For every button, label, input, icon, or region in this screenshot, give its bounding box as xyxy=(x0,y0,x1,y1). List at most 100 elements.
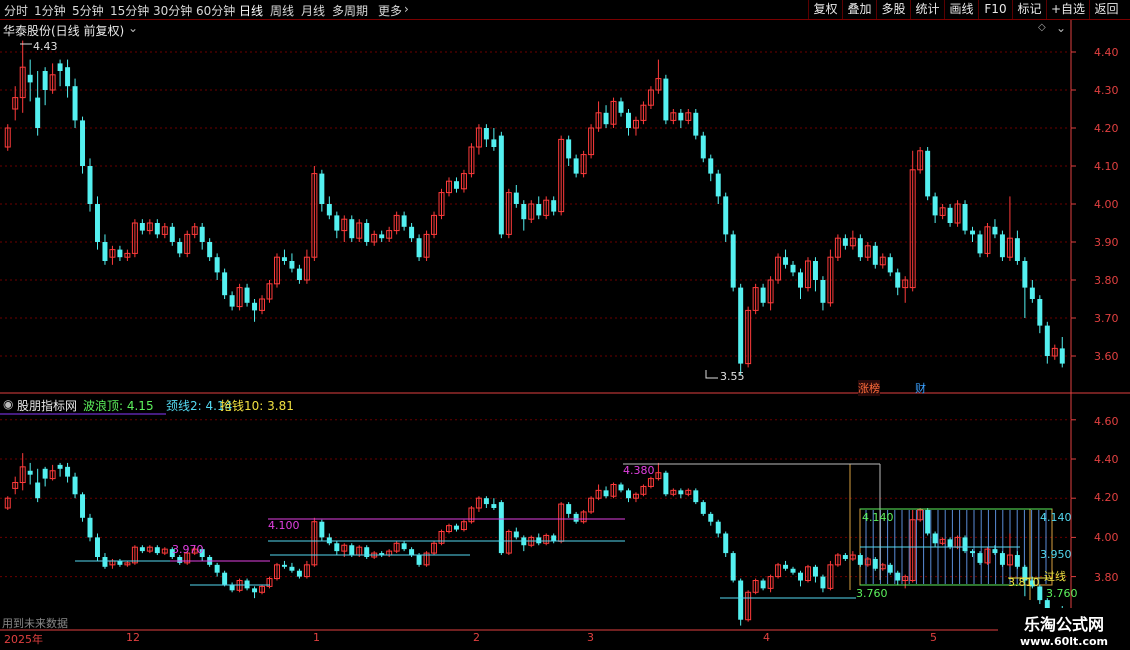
candle-body xyxy=(603,112,609,125)
grab-label: 抢钱10: 3.81 xyxy=(220,399,294,413)
chart-canvas[interactable] xyxy=(0,0,1130,650)
tf-60min[interactable]: 60分钟 xyxy=(196,2,235,19)
candle-body xyxy=(326,537,332,544)
candle-body xyxy=(970,230,976,235)
candle-body xyxy=(573,513,579,522)
overlay-button[interactable]: 叠加 xyxy=(842,0,876,19)
tf-1min[interactable]: 1分钟 xyxy=(34,2,66,19)
level-label: 3.810 xyxy=(1008,576,1040,589)
candle-body xyxy=(72,86,78,121)
indicator-toggle-icon[interactable]: ◉ xyxy=(3,397,13,411)
guo-line-label: 过线 xyxy=(1044,570,1066,583)
statistics-button[interactable]: 统计 xyxy=(910,0,944,19)
x-tick: 3 xyxy=(587,631,594,644)
stock-title: 华泰股份(日线 前复权) xyxy=(3,24,125,38)
tf-daily[interactable]: 日线 xyxy=(239,2,263,19)
high-label: 4.43 xyxy=(33,40,58,53)
mark-button[interactable]: 标记 xyxy=(1012,0,1046,19)
rise-badge[interactable]: 涨榜 xyxy=(858,380,880,396)
candle-body xyxy=(566,139,572,159)
low-marker xyxy=(705,370,718,379)
candle-body xyxy=(663,472,669,495)
candle-body xyxy=(872,245,878,265)
level-label: 3.970 xyxy=(172,543,204,556)
candle-body xyxy=(573,158,579,174)
candle-body xyxy=(812,261,818,280)
chevron-right-icon[interactable]: › xyxy=(404,2,409,16)
chevron-down-icon[interactable]: ⌄ xyxy=(128,21,138,35)
tf-monthly[interactable]: 月线 xyxy=(301,2,325,19)
candle-body xyxy=(663,78,669,121)
candle-body xyxy=(326,204,332,216)
multi-stock-button[interactable]: 多股 xyxy=(876,0,910,19)
candle-body xyxy=(214,257,220,273)
candle-body xyxy=(999,234,1005,258)
candle-body xyxy=(977,553,983,563)
candle-body xyxy=(334,215,340,231)
finance-badge[interactable]: 财 xyxy=(915,380,926,396)
tf-fenshi[interactable]: 分时 xyxy=(4,2,28,19)
candle-body xyxy=(618,101,624,113)
candle-body xyxy=(222,272,228,296)
tf-5min[interactable]: 5分钟 xyxy=(72,2,104,19)
candle-body xyxy=(57,464,63,469)
y-tick: 4.10 xyxy=(1094,160,1119,173)
indicator-name[interactable]: 股朋指标网 xyxy=(17,397,77,414)
chevron-icon[interactable]: ⌄ xyxy=(1056,21,1066,35)
tf-more[interactable]: 更多 xyxy=(378,2,402,19)
candle-body xyxy=(887,257,893,273)
tf-30min[interactable]: 30分钟 xyxy=(153,2,192,19)
level-label: 4.140 xyxy=(1040,511,1072,524)
candle-body xyxy=(334,543,340,552)
candle-body xyxy=(693,112,699,136)
level-label: 4.140 xyxy=(862,511,894,524)
candle-body xyxy=(87,517,93,538)
candle-body xyxy=(214,564,220,573)
candle-body xyxy=(783,257,789,265)
diamond-icon[interactable]: ◇ xyxy=(1038,22,1046,33)
candle-body xyxy=(551,535,557,542)
candle-body xyxy=(551,200,557,212)
candle-body xyxy=(87,166,93,204)
restore-rights-button[interactable]: 复权 xyxy=(808,0,842,19)
tf-multi[interactable]: 多周期 xyxy=(332,2,368,19)
back-button[interactable]: 返回 xyxy=(1089,0,1123,19)
candle-body xyxy=(947,539,953,548)
candle-body xyxy=(319,521,325,538)
candle-body xyxy=(738,287,744,364)
tf-weekly[interactable]: 周线 xyxy=(270,2,294,19)
candle-body xyxy=(603,490,609,497)
candle-body xyxy=(349,219,355,239)
candle-body xyxy=(999,553,1005,565)
candle-body xyxy=(401,215,407,227)
candle-body xyxy=(491,504,497,508)
level-label: 3.760 xyxy=(856,587,888,600)
candle-body xyxy=(1022,261,1028,288)
x-tick: 1 xyxy=(313,631,320,644)
candle-body xyxy=(94,204,100,242)
candle-body xyxy=(416,555,422,565)
candle-body xyxy=(947,207,953,223)
candle-body xyxy=(169,226,175,242)
draw-line-button[interactable]: 画线 xyxy=(944,0,978,19)
y-tick: 3.90 xyxy=(1094,236,1119,249)
candle-body xyxy=(820,280,826,303)
f10-button[interactable]: F10 xyxy=(978,0,1012,19)
candle-body xyxy=(895,272,901,288)
y-tick-ind: 4.60 xyxy=(1094,415,1119,428)
candle-body xyxy=(27,74,33,83)
candle-body xyxy=(364,223,370,242)
candle-body xyxy=(992,549,998,554)
candle-body xyxy=(57,63,63,71)
candle-body xyxy=(409,226,415,239)
candle-body xyxy=(962,537,968,552)
add-watchlist-button[interactable]: +自选 xyxy=(1046,0,1089,19)
candle-body xyxy=(715,521,721,534)
candle-body xyxy=(1029,287,1035,299)
candle-body xyxy=(678,112,684,121)
tf-15min[interactable]: 15分钟 xyxy=(110,2,149,19)
candle-body xyxy=(80,120,86,166)
level-label: 4.100 xyxy=(268,519,300,532)
candle-body xyxy=(94,537,100,557)
candle-body xyxy=(513,192,519,204)
